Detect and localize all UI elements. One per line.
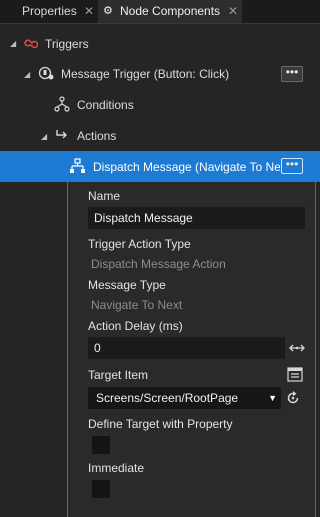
name-label: Name [88,189,121,203]
message-type-label: Message Type [88,278,166,292]
more-options-button[interactable]: ••• [281,66,303,82]
close-icon[interactable]: ✕ [228,0,238,23]
expand-arrow-icon[interactable]: ◢ [24,70,30,79]
immediate-label: Immediate [88,461,145,475]
tab-properties[interactable]: Properties ✕ [0,0,98,23]
name-field[interactable] [88,207,305,229]
tree-item-actions[interactable]: ◢ Actions [0,120,320,151]
target-item-value: Screens/Screen/RootPage [96,391,239,405]
define-target-checkbox[interactable] [92,436,110,454]
close-icon[interactable]: ✕ [84,0,94,23]
tree-item-label: Dispatch Message (Navigate To Nex [93,160,280,174]
action-delay-label: Action Delay (ms) [88,319,183,333]
tree-item-label: Message Trigger (Button: Click) [61,67,230,81]
tree-item-message-trigger[interactable]: ◢ Message Trigger (Button: Click) ••• [0,58,320,89]
tab-properties-label: Properties [22,4,77,18]
more-options-button[interactable]: ••• [281,158,303,174]
components-icon: ⚙ [103,5,113,17]
message-trigger-icon [37,64,55,85]
tree-item-conditions[interactable]: Conditions [0,89,320,120]
target-item-label: Target Item [88,368,149,382]
define-target-label: Define Target with Property [88,417,233,431]
chevron-down-icon: ▼ [268,393,277,403]
trigger-action-type-label: Trigger Action Type [88,237,191,251]
immediate-checkbox[interactable] [92,480,110,498]
dispatch-message-icon [69,158,87,177]
reset-icon[interactable] [285,390,301,409]
target-item-select[interactable]: Screens/Screen/RootPage ▼ [88,387,281,409]
trigger-icon [22,35,39,54]
trigger-action-type-value: Dispatch Message Action [91,257,226,271]
conditions-icon [54,96,70,115]
message-type-value: Navigate To Next [91,298,183,312]
tab-node-components-label: Node Components [120,4,221,18]
drag-value-icon[interactable] [289,342,305,357]
tree-item-label: Triggers [45,37,89,51]
tab-node-components[interactable]: ⚙ Node Components ✕ [98,0,242,23]
tree-item-label: Conditions [77,98,134,112]
list-view-icon[interactable] [287,367,303,385]
tree-item-dispatch-message[interactable]: Dispatch Message (Navigate To Nex ••• [0,151,320,182]
expand-arrow-icon[interactable]: ◢ [41,132,47,141]
tab-bar: Properties ✕ ⚙ Node Components ✕ [0,0,320,24]
tree-item-triggers[interactable]: ◢ Triggers [0,28,320,59]
actions-icon [54,127,70,146]
action-delay-field[interactable] [88,337,285,359]
tree-item-label: Actions [77,129,117,143]
expand-arrow-icon[interactable]: ◢ [10,39,16,48]
